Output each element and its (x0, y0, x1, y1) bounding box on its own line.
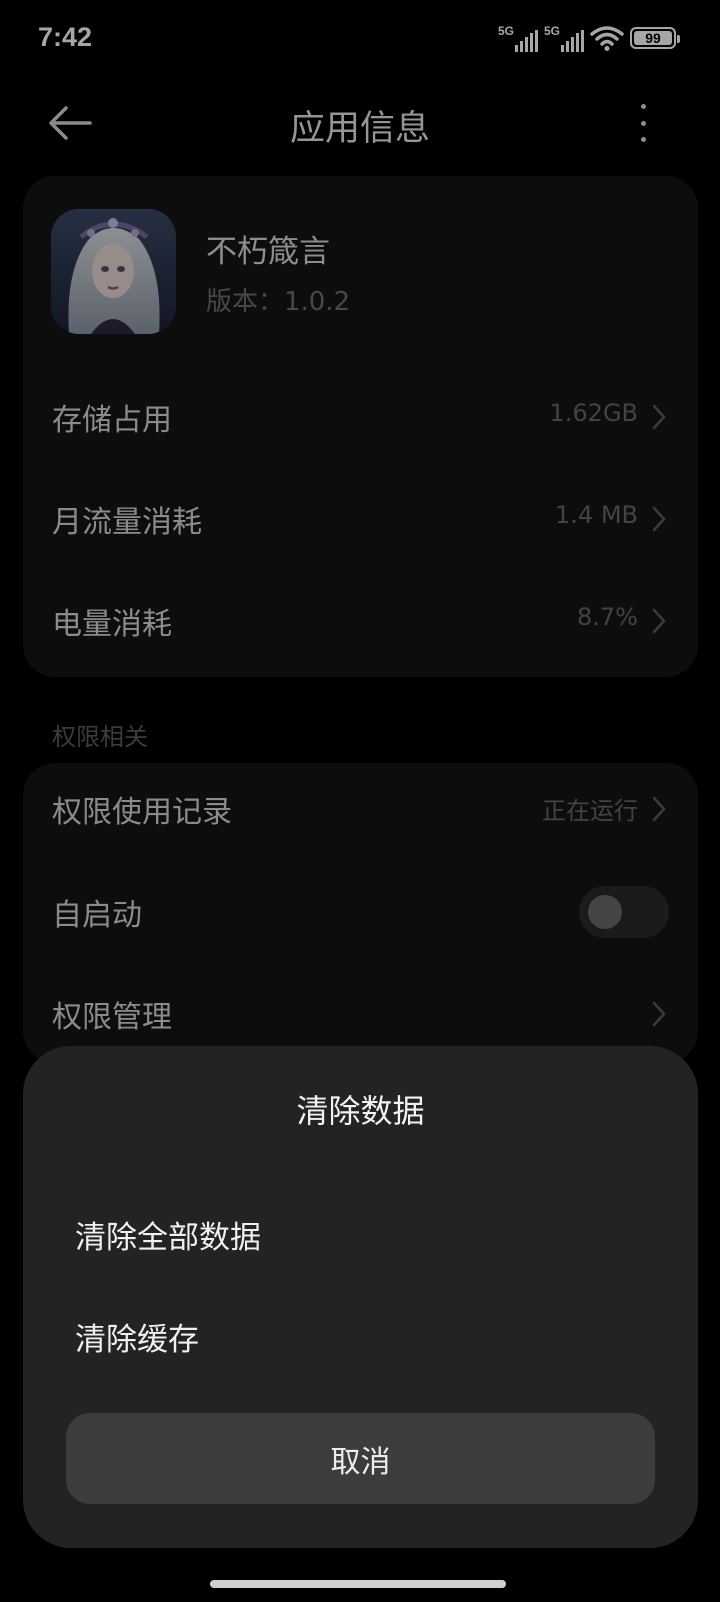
sheet-title: 清除数据 (296, 1092, 425, 1130)
cancel-button[interactable]: 取消 (66, 1413, 655, 1504)
option-label: 清除缓存 (75, 1322, 199, 1358)
home-indicator[interactable] (210, 1580, 506, 1588)
option-label: 清除全部数据 (75, 1220, 261, 1256)
clear-data-sheet: 清除数据 清除全部数据 清除缓存 取消 (23, 1046, 698, 1548)
clear-cache-option[interactable]: 清除缓存 (23, 1290, 698, 1378)
clear-all-data-option[interactable]: 清除全部数据 (23, 1188, 698, 1276)
cancel-label: 取消 (330, 1444, 391, 1480)
